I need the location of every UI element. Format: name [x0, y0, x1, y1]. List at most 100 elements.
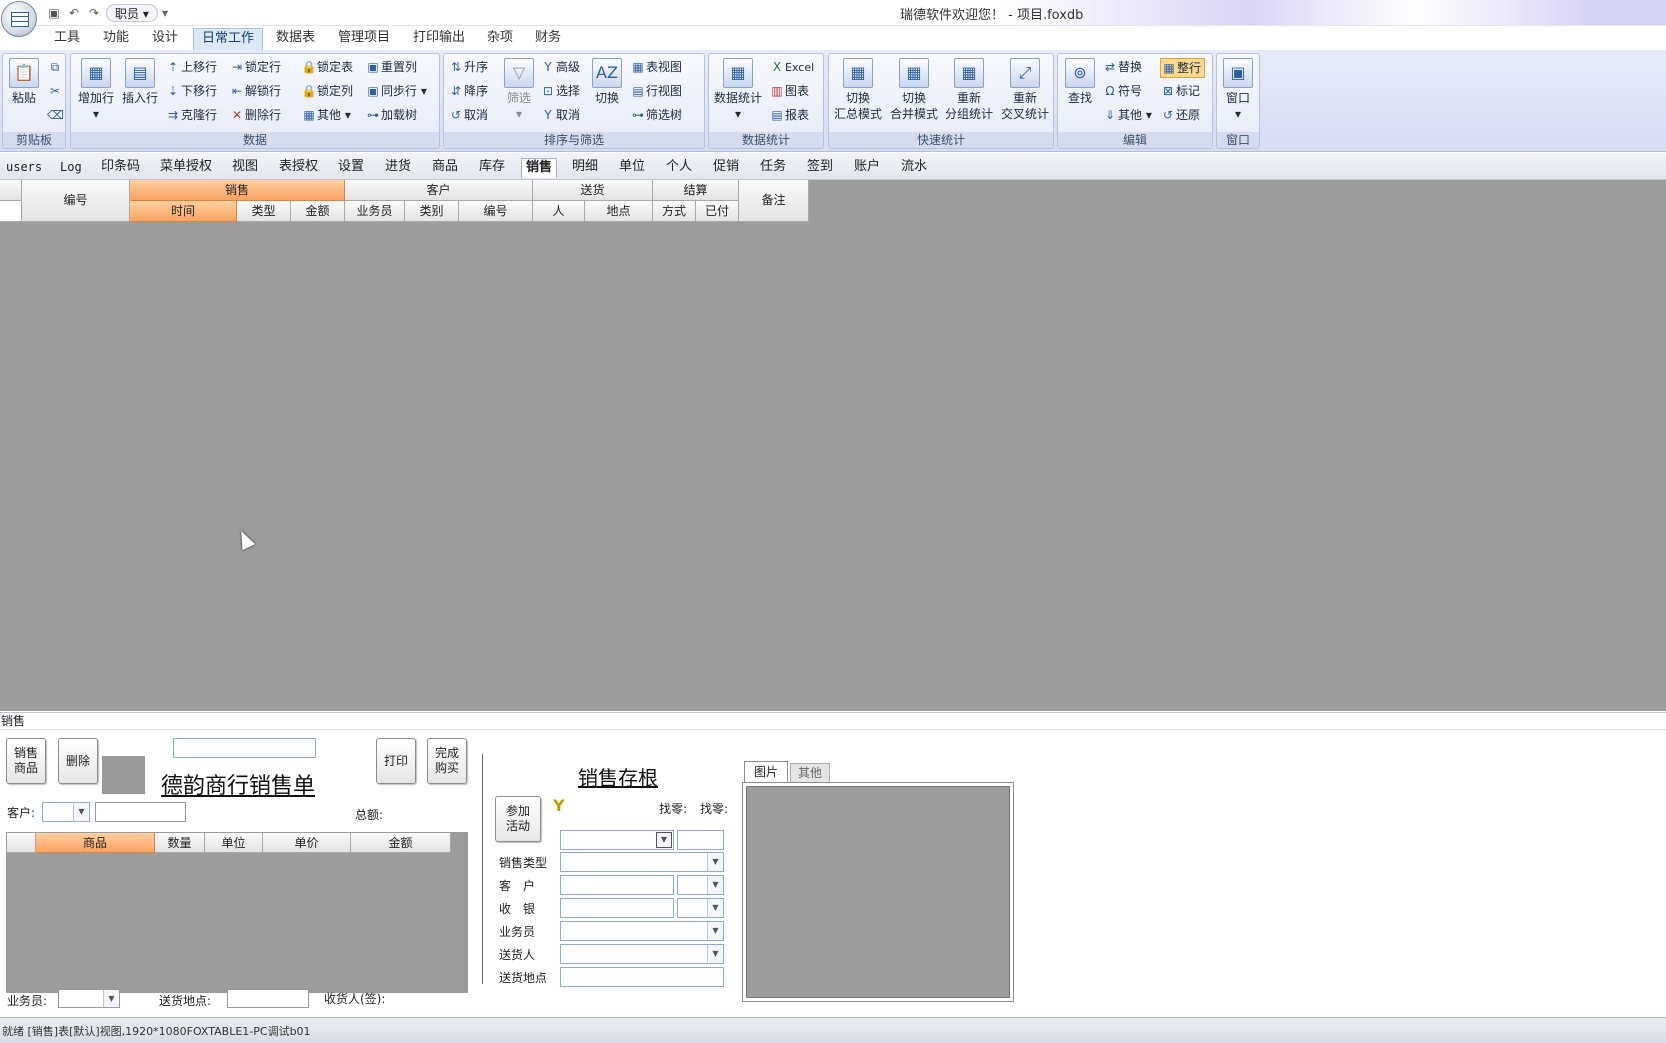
- table-tab-barcode[interactable]: 印条码: [97, 158, 144, 178]
- cut-button[interactable]: ✂: [47, 82, 63, 100]
- app-menu-button[interactable]: [1, 1, 37, 37]
- undo-icon[interactable]: ↶: [66, 4, 82, 22]
- cross-stats-button[interactable]: ⤢ 重新 交叉统计: [997, 58, 1053, 122]
- ribbon-tab-tools[interactable]: 工具: [46, 28, 88, 50]
- col-header-salesman[interactable]: 业务员: [345, 201, 405, 222]
- delete-button[interactable]: 删除: [58, 738, 98, 784]
- col-header-method[interactable]: 方式: [653, 201, 696, 222]
- stub-customer-input[interactable]: [560, 875, 674, 895]
- reset-column-button[interactable]: ▣ 重置列: [365, 58, 417, 76]
- filter-tree-button[interactable]: ⊶ 筛选树: [630, 106, 682, 124]
- cancel-filter-button[interactable]: Y 取消: [540, 106, 580, 124]
- data-stats-button[interactable]: ▦ 数据统计 ▾: [711, 58, 765, 122]
- cashier-dropdown[interactable]: ▼: [677, 898, 724, 918]
- sort-desc-button[interactable]: ⇵ 降序: [448, 82, 488, 100]
- restore-button[interactable]: ↺ 还原: [1160, 106, 1200, 124]
- stub-delivery-place-input[interactable]: [560, 967, 724, 987]
- data-grid[interactable]: 编号 销售 时间 类型 金额 客户 业务员 类别 编号 送货 人 地点 结算 方…: [0, 180, 1666, 711]
- sort-asc-button[interactable]: ⇅ 升序: [448, 58, 488, 76]
- deliverer-dropdown[interactable]: ▼: [560, 944, 724, 964]
- col-header-paid[interactable]: 已付: [696, 201, 739, 222]
- filter-button[interactable]: ▽ 筛选 ▾: [502, 58, 536, 122]
- col-header-id[interactable]: 编号: [22, 180, 130, 222]
- table-tab-purchase[interactable]: 进货: [381, 158, 415, 178]
- move-up-button[interactable]: ⇡ 上移行: [165, 58, 217, 76]
- table-view-button[interactable]: ▦ 表视图: [630, 58, 682, 76]
- tab-other[interactable]: 其他: [790, 763, 830, 782]
- col-group-settle[interactable]: 结算: [653, 180, 739, 201]
- salesman-dropdown[interactable]: ▼: [58, 989, 120, 1008]
- switch-sort-button[interactable]: AZ 切换: [590, 58, 624, 106]
- table-tab-tasks[interactable]: 任务: [756, 158, 790, 178]
- other-data-button[interactable]: ▦ 其他 ▾: [301, 106, 351, 124]
- ribbon-tab-misc[interactable]: 杂项: [479, 28, 521, 50]
- items-grid-corner[interactable]: [7, 833, 36, 853]
- col-header-amount[interactable]: 金额: [291, 201, 345, 222]
- redo-icon[interactable]: ↷: [86, 4, 102, 22]
- symbol-button[interactable]: Ω 符号: [1102, 82, 1142, 100]
- table-tab-log[interactable]: Log: [56, 158, 86, 178]
- delete-row-button[interactable]: ✕ 删除行: [229, 106, 281, 124]
- col-header-customer-id[interactable]: 编号: [459, 201, 533, 222]
- whole-row-button[interactable]: ▦ 整行: [1160, 58, 1206, 78]
- items-col-amount[interactable]: 金额: [351, 833, 451, 853]
- advanced-filter-button[interactable]: Y 高级: [540, 58, 580, 76]
- copy-button[interactable]: ⧉: [47, 58, 63, 76]
- customer-name-input[interactable]: [95, 802, 186, 822]
- finish-purchase-button[interactable]: 完成购买: [427, 738, 467, 784]
- eraser-button[interactable]: ⌫: [47, 106, 64, 124]
- regroup-stats-button[interactable]: ▦ 重新 分组统计: [942, 58, 996, 122]
- other-edit-button[interactable]: ⇓ 其他 ▾: [1102, 106, 1152, 124]
- sort-cancel-button[interactable]: ↺ 取消: [448, 106, 488, 124]
- ribbon-tab-daily-work[interactable]: 日常工作: [193, 28, 264, 50]
- col-group-delivery[interactable]: 送货: [533, 180, 653, 201]
- find-button[interactable]: ⊚ 查找: [1062, 58, 1098, 106]
- table-tab-products[interactable]: 商品: [428, 158, 462, 178]
- col-group-sale[interactable]: 销售: [130, 180, 345, 201]
- table-tab-details[interactable]: 明细: [568, 158, 602, 178]
- col-header-time[interactable]: 时间: [130, 201, 237, 222]
- activity-input[interactable]: [677, 830, 724, 850]
- unlock-row-button[interactable]: ⇤ 解锁行: [229, 82, 281, 100]
- items-grid[interactable]: 商品 数量 单位 单价 金额: [6, 832, 468, 993]
- table-tab-table-auth[interactable]: 表授权: [275, 158, 322, 178]
- col-header-category[interactable]: 类别: [405, 201, 459, 222]
- mark-button[interactable]: ⊠ 标记: [1160, 82, 1200, 100]
- table-tab-inventory[interactable]: 库存: [475, 158, 509, 178]
- lock-table-button[interactable]: 🔒锁定表: [301, 58, 354, 76]
- ribbon-tab-manage-project[interactable]: 管理项目: [330, 28, 398, 50]
- sync-row-button[interactable]: ▣ 同步行 ▾: [365, 82, 427, 100]
- load-tree-button[interactable]: ⊶ 加载树: [365, 106, 417, 124]
- table-tab-checkin[interactable]: 签到: [803, 158, 837, 178]
- delivery-place-input[interactable]: [227, 989, 309, 1008]
- ribbon-tab-design[interactable]: 设计: [144, 28, 186, 50]
- items-col-unit[interactable]: 单位: [205, 833, 263, 853]
- cashier-input[interactable]: [560, 898, 674, 918]
- table-tab-accounts[interactable]: 账户: [850, 158, 884, 178]
- col-header-person[interactable]: 人: [533, 201, 585, 222]
- ribbon-tab-finance[interactable]: 财务: [527, 28, 569, 50]
- col-header-place[interactable]: 地点: [585, 201, 653, 222]
- lock-row-button[interactable]: ⇥ 锁定行: [229, 58, 281, 76]
- table-tab-ledger[interactable]: 流水: [897, 158, 931, 178]
- add-row-button[interactable]: ▦ 增加行 ▾: [75, 58, 117, 122]
- save-icon[interactable]: ▣: [46, 4, 62, 22]
- chart-button[interactable]: ▥ 图表: [769, 82, 809, 100]
- insert-row-button[interactable]: ▤ 插入行: [119, 58, 161, 106]
- table-tab-units[interactable]: 单位: [615, 158, 649, 178]
- grid-row-selector[interactable]: [0, 201, 22, 222]
- table-tab-view[interactable]: 视图: [228, 158, 262, 178]
- window-button[interactable]: ▣ 窗口 ▾: [1221, 58, 1255, 122]
- row-view-button[interactable]: ▤ 行视图: [630, 82, 682, 100]
- ribbon-tab-functions[interactable]: 功能: [95, 28, 137, 50]
- table-tab-sales[interactable]: 销售: [521, 158, 558, 178]
- paste-button[interactable]: 📋 粘贴: [7, 58, 41, 106]
- lock-column-button[interactable]: 🔒锁定列: [301, 82, 354, 100]
- stub-customer-dropdown[interactable]: ▼: [677, 875, 724, 895]
- replace-button[interactable]: ⇄ 替换: [1102, 58, 1142, 76]
- select-filter-button[interactable]: ⊡ 选择: [540, 82, 580, 100]
- col-header-type[interactable]: 类型: [237, 201, 291, 222]
- sale-type-dropdown[interactable]: ▼: [560, 852, 724, 872]
- report-button[interactable]: ▤ 报表: [769, 106, 809, 124]
- receipt-number-input[interactable]: [173, 738, 316, 758]
